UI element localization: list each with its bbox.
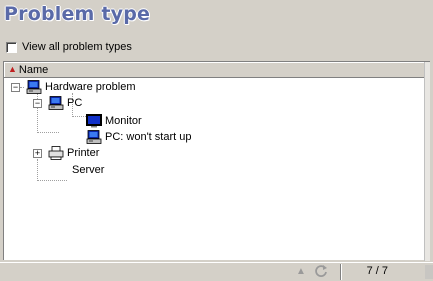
collapse-pc-icon[interactable]: − bbox=[33, 99, 42, 108]
view-all-label[interactable]: View all problem types bbox=[22, 41, 132, 53]
tree-label-server: Server bbox=[72, 164, 105, 176]
tree-item-monitor[interactable]: Monitor bbox=[86, 113, 142, 129]
printer-icon bbox=[48, 146, 64, 160]
status-divider bbox=[340, 264, 341, 280]
tree-item-server[interactable]: Server bbox=[69, 162, 104, 178]
record-count: 7 / 7 bbox=[366, 265, 388, 277]
computer-icon bbox=[48, 96, 64, 110]
status-bar: ▲ 7 / 7 bbox=[0, 262, 433, 281]
column-header-name[interactable]: ▲ Name bbox=[4, 62, 425, 78]
view-all-checkbox-row[interactable]: View all problem types bbox=[6, 40, 132, 54]
tree-item-pc[interactable]: PC bbox=[48, 95, 82, 111]
status-bar-grip bbox=[425, 265, 433, 279]
tree-line bbox=[72, 116, 86, 117]
tree-line bbox=[37, 159, 38, 181]
tree-item-hardware-problem[interactable]: Hardware problem bbox=[26, 79, 135, 95]
up-arrow-icon[interactable]: ▲ bbox=[296, 266, 306, 277]
tree-line bbox=[20, 87, 24, 88]
tree-item-pc-wont-start[interactable]: PC: won't start up bbox=[86, 129, 191, 145]
refresh-icon[interactable] bbox=[314, 264, 328, 278]
expand-printer-icon[interactable]: + bbox=[33, 149, 42, 158]
sort-ascending-icon: ▲ bbox=[8, 64, 17, 74]
tree-line bbox=[37, 132, 59, 133]
vertical-scrollbar[interactable] bbox=[424, 62, 430, 261]
collapse-hardware-icon[interactable]: − bbox=[11, 83, 20, 92]
tree-label-hardware-problem: Hardware problem bbox=[45, 81, 136, 93]
column-header-label: Name bbox=[18, 63, 49, 76]
tree-item-printer[interactable]: Printer bbox=[48, 145, 99, 161]
view-all-checkbox[interactable] bbox=[6, 41, 17, 53]
monitor-icon bbox=[86, 114, 102, 128]
problem-type-tree-panel: ▲ Name − Hardware problem − PC Monitor P… bbox=[3, 61, 430, 261]
page-title: Problem type bbox=[4, 3, 151, 25]
tree-label-pc-wont-start: PC: won't start up bbox=[105, 131, 192, 143]
tree-line bbox=[37, 180, 67, 181]
tree-label-printer: Printer bbox=[67, 147, 100, 159]
tree-label-pc: PC bbox=[67, 97, 83, 109]
problem-type-tree: − Hardware problem − PC Monitor PC: won'… bbox=[4, 79, 424, 259]
tree-label-monitor: Monitor bbox=[105, 115, 142, 127]
computer-icon bbox=[86, 130, 102, 144]
computer-icon bbox=[26, 80, 42, 94]
